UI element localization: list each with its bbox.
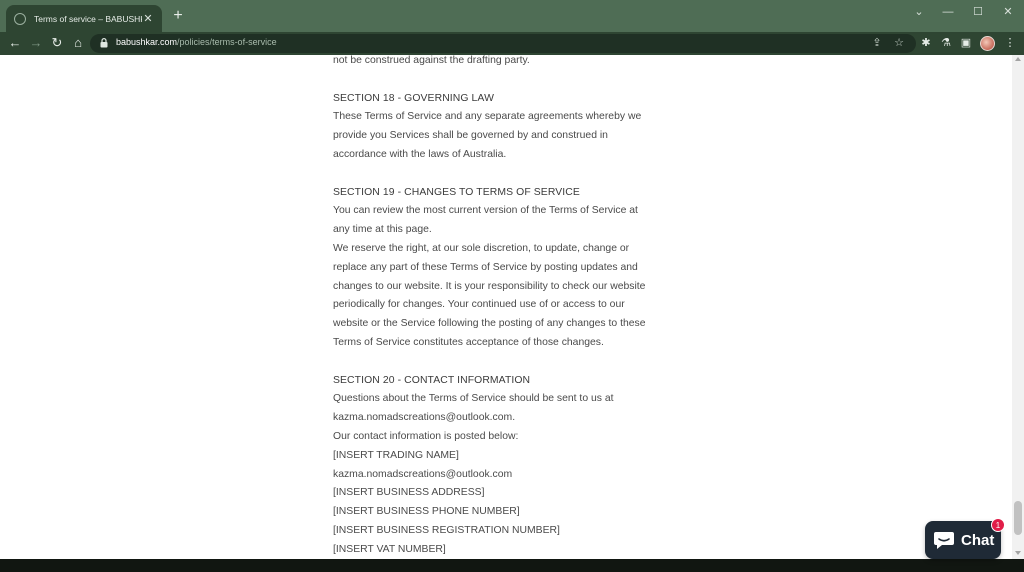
scroll-thumb[interactable]	[1014, 501, 1022, 535]
vertical-scrollbar[interactable]	[1012, 55, 1024, 559]
profile-avatar[interactable]	[980, 36, 995, 51]
title-bar: Terms of service – BABUSHKAR ✕ + ⌄ — ☐ ✕	[0, 0, 1024, 32]
paragraph-line: [INSERT BUSINESS ADDRESS]	[333, 487, 485, 499]
paragraph-line: replace any part of these Terms of Servi…	[333, 261, 638, 273]
paragraph-line: [INSERT TRADING NAME]	[333, 449, 459, 461]
browser-toolbar: ← → ↻ ⌂ babushkar.com/policies/terms-of-…	[0, 32, 1024, 55]
paragraph-line: kazma.nomadscreations@outlook.com.	[333, 412, 516, 424]
paragraph-line: periodically for changes. Your continued…	[333, 299, 625, 311]
forward-button[interactable]: →	[28, 35, 44, 51]
browser-tab[interactable]: Terms of service – BABUSHKAR ✕	[6, 5, 162, 32]
home-button[interactable]: ⌂	[70, 35, 86, 51]
paragraph-line: [INSERT BUSINESS PHONE NUMBER]	[333, 506, 520, 518]
paragraph-line: Questions about the Terms of Service sho…	[333, 393, 614, 405]
paragraph-line: provide you Services shall be governed b…	[333, 130, 608, 142]
paragraph-line: You can review the most current version …	[333, 205, 638, 217]
paragraph-line: changes to our website. It is your respo…	[333, 280, 646, 292]
taskbar-strip	[0, 559, 1024, 572]
paragraph-line: [INSERT VAT NUMBER]	[333, 543, 446, 555]
tab-close-icon[interactable]: ✕	[142, 12, 154, 25]
maximize-button[interactable]: ☐	[970, 4, 986, 20]
lock-icon[interactable]	[98, 37, 110, 49]
paragraph-line: any time at this page.	[333, 224, 432, 236]
paragraph-line: website or the Service following the pos…	[333, 318, 646, 330]
chat-label: Chat	[961, 531, 995, 549]
paragraph-line: Our contact information is posted below:	[333, 430, 519, 442]
chat-bubble-icon	[934, 532, 954, 549]
paragraph-line: These Terms of Service and any separate …	[333, 111, 642, 123]
chat-notification-badge: 1	[991, 518, 1005, 532]
chrome-menu-icon[interactable]: ⋮	[1002, 35, 1018, 51]
section-heading: SECTION 18 - GOVERNING LAW	[333, 92, 494, 104]
labs-flask-icon[interactable]: ⚗	[938, 35, 954, 51]
paragraph-line: We reserve the right, at our sole discre…	[333, 242, 630, 254]
paragraph-line: [INSERT BUSINESS REGISTRATION NUMBER]	[333, 524, 560, 536]
favicon-icon	[14, 12, 26, 25]
paragraph-line: kazma.nomadscreations@outlook.com	[333, 468, 513, 480]
address-bar[interactable]: babushkar.com/policies/terms-of-service …	[90, 34, 916, 53]
scroll-up-arrow-icon[interactable]	[1015, 57, 1021, 61]
side-panel-icon[interactable]: ▣	[958, 35, 974, 51]
reload-button[interactable]: ↻	[49, 35, 65, 51]
browser-window: Terms of service – BABUSHKAR ✕ + ⌄ — ☐ ✕…	[0, 0, 1024, 572]
url-text: babushkar.com/policies/terms-of-service	[116, 37, 277, 47]
share-icon[interactable]: ⇪	[870, 36, 884, 50]
page-viewport: not be construed against the drafting pa…	[0, 55, 1012, 559]
close-window-button[interactable]: ✕	[1000, 4, 1016, 20]
terms-content: not be construed against the drafting pa…	[333, 55, 683, 559]
section-heading: SECTION 19 - CHANGES TO TERMS OF SERVICE	[333, 186, 580, 198]
tab-title: Terms of service – BABUSHKAR	[34, 13, 142, 24]
paragraph-line: accordance with the laws of Australia.	[333, 148, 507, 160]
section-heading: SECTION 20 - CONTACT INFORMATION	[333, 374, 531, 386]
minimize-button[interactable]: —	[940, 4, 956, 20]
back-button[interactable]: ←	[7, 35, 23, 51]
bookmark-star-icon[interactable]: ☆	[892, 36, 906, 50]
scroll-down-arrow-icon[interactable]	[1015, 551, 1021, 555]
tab-search-dropdown-icon[interactable]: ⌄	[911, 4, 927, 20]
paragraph-line: Terms of Service constitutes acceptance …	[333, 336, 604, 348]
chat-button[interactable]: Chat	[925, 521, 1001, 559]
new-tab-button[interactable]: +	[170, 8, 186, 24]
paragraph-line: not be construed against the drafting pa…	[333, 55, 530, 66]
extensions-icon[interactable]: ✱	[918, 35, 934, 51]
